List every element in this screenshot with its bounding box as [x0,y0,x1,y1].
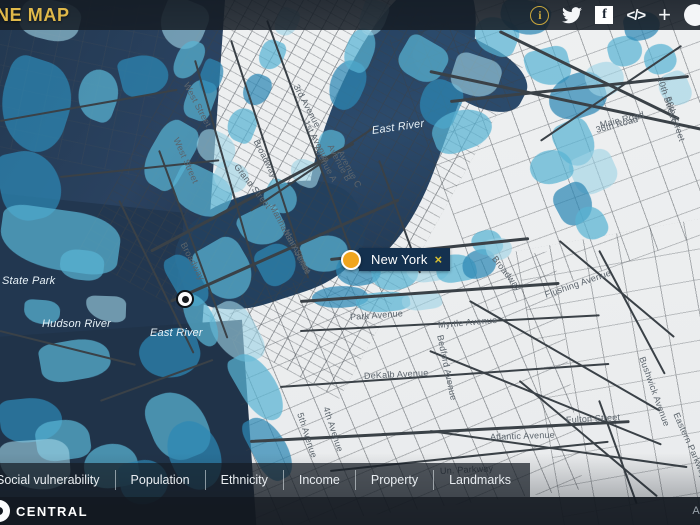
nav-ethnicity[interactable]: Ethnicity [206,463,283,497]
bottom-nav: Social vulnerability Population Ethnicity I… [0,463,530,497]
climate-central-logo[interactable]: CENTRAL [0,500,88,522]
footer: CENTRAL Abo [0,497,700,525]
target-location-marker[interactable] [176,290,194,308]
nav-income[interactable]: Income [284,463,355,497]
app-root: Hudson River East River East River State Pa… [0,0,700,525]
nav-population[interactable]: Population [116,463,205,497]
brand-name: CENTRAL [16,503,88,519]
place-name-label: New York [371,252,428,267]
top-bar: NE MAP i f </> + [0,0,700,30]
twitter-icon[interactable] [562,6,583,24]
about-link[interactable]: Abo [692,505,700,517]
logo-mark-icon [0,500,10,522]
place-tag: New York × [348,248,451,271]
nav-social-vulnerability[interactable]: Social vulnerability [0,463,115,497]
info-compass-icon[interactable]: i [530,5,550,25]
nav-property[interactable]: Property [356,463,433,497]
add-icon[interactable]: + [658,4,671,26]
more-circle-icon[interactable] [684,4,700,26]
page-title: NE MAP [0,5,70,25]
place-pin-icon [341,249,361,270]
top-icon-group: i f </> + [530,4,700,26]
nav-landmarks[interactable]: Landmarks [434,463,526,497]
embed-code-icon[interactable]: </> [626,7,646,24]
place-callout[interactable]: New York × [341,248,451,271]
facebook-icon[interactable]: f [595,6,614,24]
close-icon[interactable]: × [435,253,443,266]
